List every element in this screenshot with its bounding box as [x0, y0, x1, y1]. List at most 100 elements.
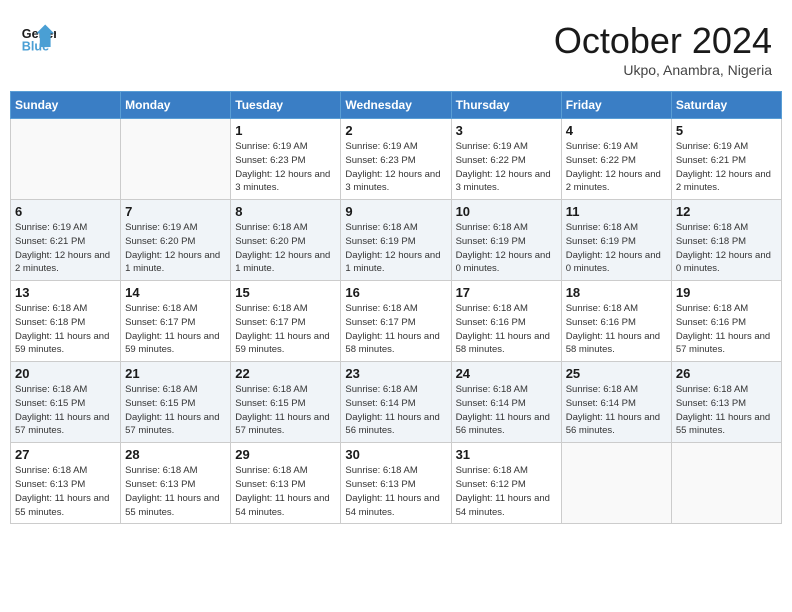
calendar-cell: 18Sunrise: 6:18 AM Sunset: 6:16 PM Dayli…: [561, 281, 671, 362]
day-number: 12: [676, 204, 777, 219]
day-info: Sunrise: 6:19 AM Sunset: 6:20 PM Dayligh…: [125, 221, 226, 276]
day-number: 31: [456, 447, 557, 462]
day-info: Sunrise: 6:18 AM Sunset: 6:15 PM Dayligh…: [235, 383, 336, 438]
weekday-header-tuesday: Tuesday: [231, 92, 341, 119]
day-number: 27: [15, 447, 116, 462]
calendar-cell: 9 Sunrise: 6:18 AM Sunset: 6:19 PM Daylig…: [341, 200, 451, 281]
day-number: 11: [566, 204, 667, 219]
day-info: Sunrise: 6:18 AM Sunset: 6:16 PM Dayligh…: [456, 302, 557, 357]
day-number: 14: [125, 285, 226, 300]
day-info: Sunrise: 6:18 AM Sunset: 6:17 PM Dayligh…: [235, 302, 336, 357]
calendar-cell: 11Sunrise: 6:18 AM Sunset: 6:19 PM Dayli…: [561, 200, 671, 281]
day-info: Sunrise: 6:18 AM Sunset: 6:17 PM Dayligh…: [345, 302, 446, 357]
day-info: Sunrise: 6:19 AM Sunset: 6:23 PM Dayligh…: [345, 140, 446, 195]
day-number: 18: [566, 285, 667, 300]
day-number: 17: [456, 285, 557, 300]
location: Ukpo, Anambra, Nigeria: [554, 62, 772, 78]
day-number: 29: [235, 447, 336, 462]
calendar-cell: 27 Sunrise: 6:18 AM Sunset: 6:13 PM Dayli…: [11, 443, 121, 524]
day-info: Sunrise: 6:18 AM Sunset: 6:15 PM Dayligh…: [15, 383, 116, 438]
calendar-week-row: 1 Sunrise: 6:19 AM Sunset: 6:23 PM Daylig…: [11, 119, 782, 200]
day-info: Sunrise: 6:18 AM Sunset: 6:19 PM Dayligh…: [456, 221, 557, 276]
day-info: Sunrise: 6:19 AM Sunset: 6:22 PM Dayligh…: [566, 140, 667, 195]
calendar-cell: 6Sunrise: 6:19 AM Sunset: 6:21 PM Daylig…: [11, 200, 121, 281]
day-number: 4: [566, 123, 667, 138]
day-number: 28: [125, 447, 226, 462]
day-number: 26: [676, 366, 777, 381]
day-number: 9: [345, 204, 446, 219]
weekday-header-friday: Friday: [561, 92, 671, 119]
calendar-cell: 17 Sunrise: 6:18 AM Sunset: 6:16 PM Dayli…: [451, 281, 561, 362]
day-info: Sunrise: 6:19 AM Sunset: 6:21 PM Dayligh…: [676, 140, 777, 195]
calendar-cell: [11, 119, 121, 200]
calendar-cell: 21 Sunrise: 6:18 AM Sunset: 6:15 PM Dayli…: [121, 362, 231, 443]
title-block: October 2024 Ukpo, Anambra, Nigeria: [554, 20, 772, 78]
calendar-cell: 28 Sunrise: 6:18 AM Sunset: 6:13 PM Dayli…: [121, 443, 231, 524]
calendar-cell: 23Sunrise: 6:18 AM Sunset: 6:14 PM Dayli…: [341, 362, 451, 443]
day-info: Sunrise: 6:18 AM Sunset: 6:14 PM Dayligh…: [345, 383, 446, 438]
day-info: Sunrise: 6:18 AM Sunset: 6:19 PM Dayligh…: [345, 221, 446, 276]
logo: General Blue: [20, 20, 56, 56]
day-number: 21: [125, 366, 226, 381]
calendar-cell: 26 Sunrise: 6:18 AM Sunset: 6:13 PM Dayli…: [671, 362, 781, 443]
day-number: 8: [235, 204, 336, 219]
day-number: 1: [235, 123, 336, 138]
day-number: 30: [345, 447, 446, 462]
page-header: General Blue October 2024 Ukpo, Anambra,…: [10, 10, 782, 83]
calendar-cell: 24 Sunrise: 6:18 AM Sunset: 6:14 PM Dayli…: [451, 362, 561, 443]
day-number: 6: [15, 204, 116, 219]
calendar-cell: 22 Sunrise: 6:18 AM Sunset: 6:15 PM Dayli…: [231, 362, 341, 443]
day-number: 5: [676, 123, 777, 138]
day-info: Sunrise: 6:18 AM Sunset: 6:17 PM Dayligh…: [125, 302, 226, 357]
calendar-week-row: 13 Sunrise: 6:18 AM Sunset: 6:18 PM Dayli…: [11, 281, 782, 362]
month-title: October 2024: [554, 20, 772, 62]
day-info: Sunrise: 6:18 AM Sunset: 6:15 PM Dayligh…: [125, 383, 226, 438]
calendar-cell: 12Sunrise: 6:18 AM Sunset: 6:18 PM Dayli…: [671, 200, 781, 281]
day-info: Sunrise: 6:18 AM Sunset: 6:14 PM Dayligh…: [566, 383, 667, 438]
calendar-cell: 31 Sunrise: 6:18 AM Sunset: 6:12 PM Dayli…: [451, 443, 561, 524]
day-info: Sunrise: 6:19 AM Sunset: 6:22 PM Dayligh…: [456, 140, 557, 195]
calendar-cell: [121, 119, 231, 200]
day-number: 16: [345, 285, 446, 300]
day-info: Sunrise: 6:18 AM Sunset: 6:13 PM Dayligh…: [676, 383, 777, 438]
day-info: Sunrise: 6:18 AM Sunset: 6:13 PM Dayligh…: [15, 464, 116, 519]
weekday-header-sunday: Sunday: [11, 92, 121, 119]
day-number: 24: [456, 366, 557, 381]
day-number: 10: [456, 204, 557, 219]
day-number: 15: [235, 285, 336, 300]
calendar-cell: 15 Sunrise: 6:18 AM Sunset: 6:17 PM Dayli…: [231, 281, 341, 362]
calendar-cell: 30 Sunrise: 6:18 AM Sunset: 6:13 PM Dayli…: [341, 443, 451, 524]
calendar-cell: 2Sunrise: 6:19 AM Sunset: 6:23 PM Daylig…: [341, 119, 451, 200]
day-number: 3: [456, 123, 557, 138]
day-number: 22: [235, 366, 336, 381]
logo-icon: General Blue: [20, 20, 56, 56]
day-info: Sunrise: 6:18 AM Sunset: 6:13 PM Dayligh…: [125, 464, 226, 519]
calendar-cell: [671, 443, 781, 524]
calendar-cell: 5 Sunrise: 6:19 AM Sunset: 6:21 PM Daylig…: [671, 119, 781, 200]
calendar-cell: 10 Sunrise: 6:18 AM Sunset: 6:19 PM Dayli…: [451, 200, 561, 281]
calendar-week-row: 27 Sunrise: 6:18 AM Sunset: 6:13 PM Dayli…: [11, 443, 782, 524]
weekday-header-thursday: Thursday: [451, 92, 561, 119]
day-info: Sunrise: 6:18 AM Sunset: 6:13 PM Dayligh…: [235, 464, 336, 519]
calendar-header-row: SundayMondayTuesdayWednesdayThursdayFrid…: [11, 92, 782, 119]
day-number: 13: [15, 285, 116, 300]
calendar-week-row: 6Sunrise: 6:19 AM Sunset: 6:21 PM Daylig…: [11, 200, 782, 281]
calendar-cell: 25 Sunrise: 6:18 AM Sunset: 6:14 PM Dayli…: [561, 362, 671, 443]
day-number: 19: [676, 285, 777, 300]
weekday-header-saturday: Saturday: [671, 92, 781, 119]
day-info: Sunrise: 6:19 AM Sunset: 6:23 PM Dayligh…: [235, 140, 336, 195]
calendar-cell: 7Sunrise: 6:19 AM Sunset: 6:20 PM Daylig…: [121, 200, 231, 281]
calendar-cell: 1 Sunrise: 6:19 AM Sunset: 6:23 PM Daylig…: [231, 119, 341, 200]
calendar-cell: 4 Sunrise: 6:19 AM Sunset: 6:22 PM Daylig…: [561, 119, 671, 200]
day-number: 25: [566, 366, 667, 381]
day-number: 20: [15, 366, 116, 381]
calendar-cell: 13 Sunrise: 6:18 AM Sunset: 6:18 PM Dayli…: [11, 281, 121, 362]
day-info: Sunrise: 6:18 AM Sunset: 6:13 PM Dayligh…: [345, 464, 446, 519]
calendar-cell: 8Sunrise: 6:18 AM Sunset: 6:20 PM Daylig…: [231, 200, 341, 281]
weekday-header-monday: Monday: [121, 92, 231, 119]
day-info: Sunrise: 6:18 AM Sunset: 6:18 PM Dayligh…: [15, 302, 116, 357]
day-info: Sunrise: 6:18 AM Sunset: 6:12 PM Dayligh…: [456, 464, 557, 519]
calendar-cell: 14 Sunrise: 6:18 AM Sunset: 6:17 PM Dayli…: [121, 281, 231, 362]
calendar-cell: 20 Sunrise: 6:18 AM Sunset: 6:15 PM Dayli…: [11, 362, 121, 443]
day-info: Sunrise: 6:18 AM Sunset: 6:14 PM Dayligh…: [456, 383, 557, 438]
